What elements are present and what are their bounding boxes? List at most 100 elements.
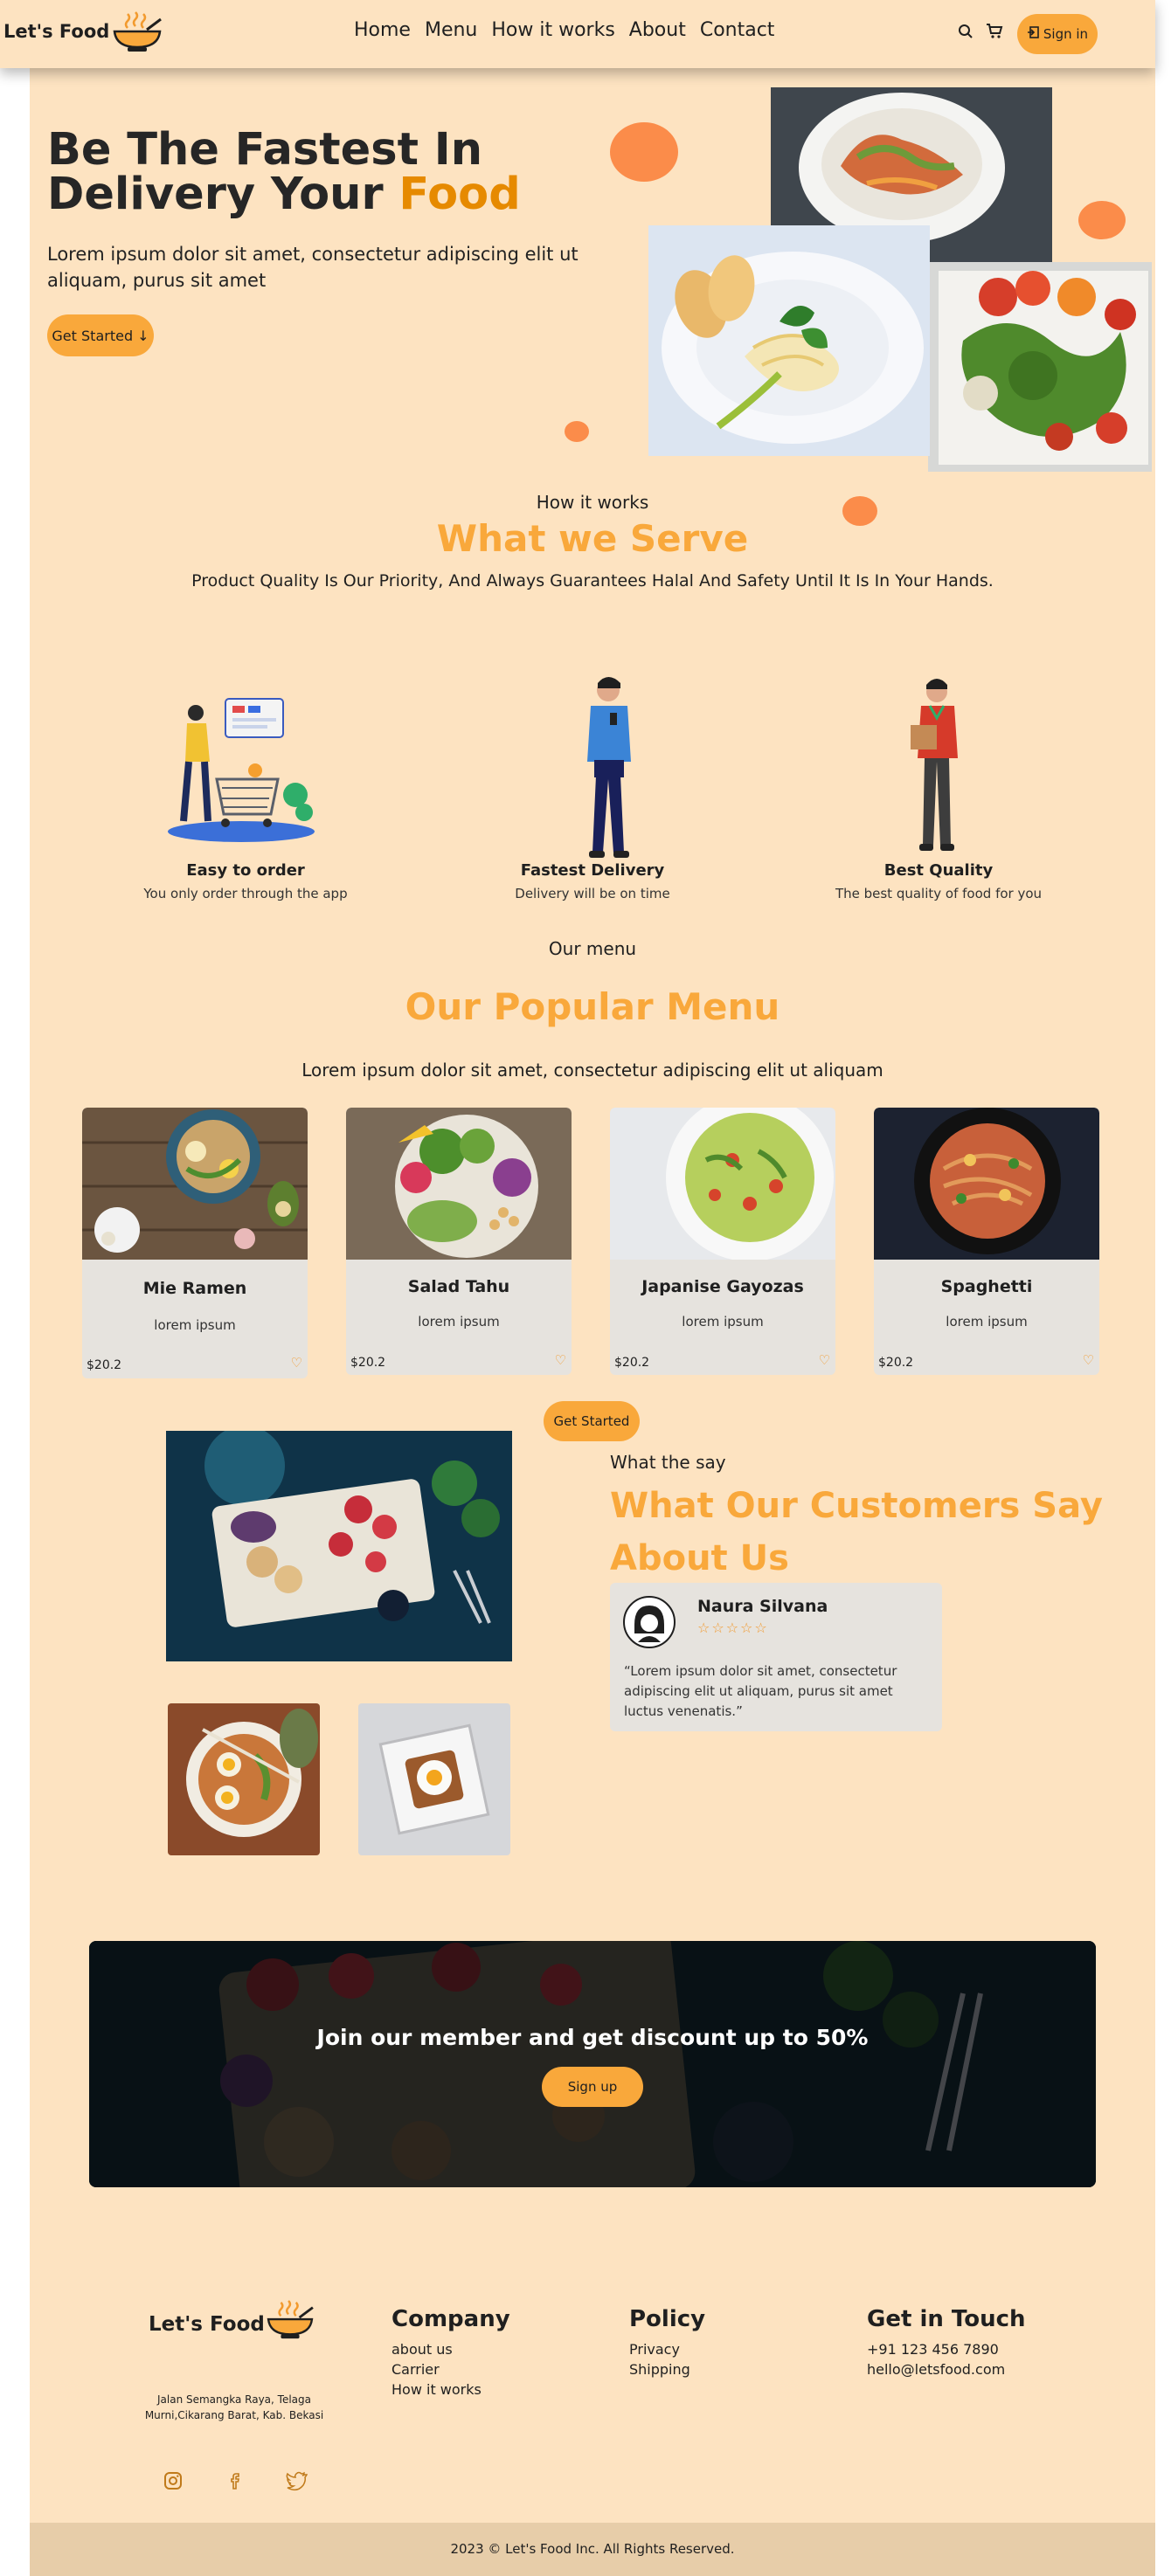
- menu-get-started-button[interactable]: Get Started: [544, 1401, 640, 1441]
- testimonial-photo-toast: [358, 1703, 510, 1855]
- banner-title: Join our member and get discount up to 5…: [316, 2025, 869, 2050]
- menu-card-spaghetti[interactable]: Spaghetti lorem ipsum $20.2 ♡: [874, 1108, 1099, 1375]
- hero-title-line1: Be The Fastest In: [47, 124, 483, 176]
- hero-title: Be The Fastest In Delivery Your Food: [47, 128, 659, 217]
- menu-item-desc: lorem ipsum: [682, 1314, 764, 1329]
- testimonials-title: What Our Customers Say About Us: [610, 1480, 1103, 1585]
- heart-icon[interactable]: ♡: [1083, 1352, 1094, 1368]
- nav-menu[interactable]: Menu: [425, 19, 477, 41]
- twitter-icon[interactable]: [285, 2470, 308, 2495]
- testimonial-card: Naura Silvana ☆☆☆☆☆ “Lorem ipsum dolor s…: [610, 1583, 942, 1731]
- search-icon[interactable]: [958, 24, 974, 43]
- footer-phone[interactable]: +91 123 456 7890: [867, 2339, 1005, 2359]
- decor-dot: [610, 122, 678, 182]
- member-banner: Join our member and get discount up to 5…: [89, 1941, 1096, 2187]
- heart-icon[interactable]: ♡: [819, 1352, 830, 1368]
- menu-item-price: $20.2: [614, 1356, 650, 1370]
- footer-address-line1: Jalan Semangka Raya, Telaga: [156, 2393, 311, 2406]
- footer-policy-title: Policy: [629, 2306, 706, 2332]
- hero-title-line2-text: Delivery Your: [47, 169, 399, 220]
- how-kicker: How it works: [536, 492, 649, 513]
- nav-contact[interactable]: Contact: [700, 19, 775, 41]
- hero-photo-pasta: [648, 225, 930, 456]
- hero-get-started-button[interactable]: Get Started ↓: [47, 314, 154, 356]
- facebook-icon[interactable]: [224, 2470, 245, 2495]
- brand-name[interactable]: Let's Food: [3, 21, 109, 42]
- footer-company-links: about us Carrier How it works: [391, 2339, 482, 2400]
- how-subtitle: Product Quality Is Our Priority, And Alw…: [191, 571, 994, 590]
- testimonials-title-line2: About Us: [610, 1538, 789, 1578]
- bowl-logo-icon: [266, 2299, 315, 2345]
- menu-card-japanise-gayozas[interactable]: Japanise Gayozas lorem ipsum $20.2 ♡: [610, 1108, 835, 1375]
- hero-title-accent: Food: [398, 169, 521, 220]
- feature-title-fastest-delivery: Fastest Delivery: [520, 861, 665, 880]
- banner-signup-button[interactable]: Sign up: [542, 2067, 643, 2107]
- bowl-logo-icon[interactable]: [112, 10, 163, 58]
- footer-email[interactable]: hello@letsfood.com: [867, 2359, 1005, 2379]
- how-title: What we Serve: [436, 517, 749, 560]
- menu-item-price: $20.2: [350, 1356, 386, 1370]
- menu-item-name: Japanise Gayozas: [641, 1277, 804, 1296]
- decor-dot: [565, 421, 589, 442]
- footer-link-carrier[interactable]: Carrier: [391, 2359, 482, 2379]
- signin-label: Sign in: [1043, 26, 1089, 42]
- footer-company-title: Company: [391, 2306, 510, 2332]
- menu-title: Our Popular Menu: [405, 985, 780, 1028]
- hero-subtitle: Lorem ipsum dolor sit amet, consectetur …: [47, 244, 579, 291]
- copyright: 2023 © Let's Food Inc. All Rights Reserv…: [30, 2523, 1155, 2576]
- footer-contact: +91 123 456 7890 hello@letsfood.com: [867, 2339, 1005, 2379]
- decor-dot: [1078, 201, 1126, 239]
- cart-icon[interactable]: [986, 23, 1003, 44]
- footer-link-how-it-works[interactable]: How it works: [391, 2379, 482, 2400]
- nav-icons: [958, 23, 1003, 44]
- nav-home[interactable]: Home: [354, 19, 411, 41]
- nav-links: Home Menu How it works About Contact: [354, 19, 774, 41]
- navbar: Let's Food Home Menu How it works About …: [0, 0, 1155, 68]
- menu-card-salad-tahu[interactable]: Salad Tahu lorem ipsum $20.2 ♡: [346, 1108, 572, 1375]
- menu-item-name: Spaghetti: [940, 1277, 1033, 1296]
- menu-item-price: $20.2: [87, 1358, 122, 1372]
- heart-icon[interactable]: ♡: [291, 1355, 302, 1371]
- testimonial-photo-ramen: [168, 1703, 320, 1855]
- easy-order-illustration: [164, 692, 318, 849]
- footer-address-line2: Murni,Cikarang Barat, Kab. Bekasi: [144, 2409, 324, 2421]
- hero-title-line2: Delivery Your Food: [47, 172, 659, 217]
- instagram-icon[interactable]: [163, 2470, 184, 2495]
- page: Be The Fastest In Delivery Your Food Lor…: [30, 0, 1155, 2576]
- feature-desc-best-quality: The best quality of food for you: [835, 886, 1043, 901]
- menu-item-desc: lorem ipsum: [946, 1314, 1028, 1329]
- testimonial-quote: “Lorem ipsum dolor sit amet, consectetur…: [624, 1663, 897, 1719]
- feature-desc-easy-order: You only order through the app: [143, 886, 348, 901]
- feature-title-easy-order: Easy to order: [186, 861, 305, 880]
- nav-about[interactable]: About: [629, 19, 686, 41]
- signin-button[interactable]: Sign in: [1017, 14, 1098, 54]
- menu-item-name: Salad Tahu: [407, 1277, 510, 1296]
- footer-brand[interactable]: Let's Food: [149, 2313, 265, 2336]
- footer-link-privacy[interactable]: Privacy: [629, 2339, 690, 2359]
- footer-policy-links: Privacy Shipping: [629, 2339, 690, 2379]
- footer-contact-title: Get in Touch: [867, 2306, 1026, 2332]
- spaghetti-photo: [874, 1108, 1099, 1260]
- avatar: [622, 1595, 676, 1653]
- reviewer-name: Naura Silvana: [697, 1597, 828, 1616]
- testimonials-kicker: What the say: [610, 1452, 726, 1473]
- heart-icon[interactable]: ♡: [555, 1352, 566, 1368]
- menu-subtitle: Lorem ipsum dolor sit amet, consectetur …: [301, 1060, 883, 1081]
- social-links: [163, 2470, 308, 2495]
- feature-title-best-quality: Best Quality: [883, 861, 994, 880]
- menu-item-desc: lorem ipsum: [418, 1314, 500, 1329]
- japanise-gayozas-photo: [610, 1108, 835, 1260]
- menu-card-mie-ramen[interactable]: Mie Ramen lorem ipsum $20.2 ♡: [82, 1108, 308, 1378]
- footer-address: Jalan Semangka Raya, Telaga Murni,Cikara…: [129, 2392, 339, 2423]
- footer-link-shipping[interactable]: Shipping: [629, 2359, 690, 2379]
- star-icon: ☆☆☆☆☆: [697, 1619, 769, 1636]
- nav-how-it-works[interactable]: How it works: [491, 19, 614, 41]
- hero-photo-vegetables: [928, 262, 1152, 472]
- best-quality-illustration: [905, 674, 967, 856]
- feature-desc-fastest-delivery: Delivery will be on time: [515, 886, 670, 901]
- footer-link-about-us[interactable]: about us: [391, 2339, 482, 2359]
- testimonials-title-line1: What Our Customers Say: [610, 1486, 1103, 1526]
- login-icon: [1027, 26, 1039, 42]
- menu-item-desc: lorem ipsum: [154, 1317, 236, 1333]
- testimonial-photo-platter: [166, 1431, 512, 1661]
